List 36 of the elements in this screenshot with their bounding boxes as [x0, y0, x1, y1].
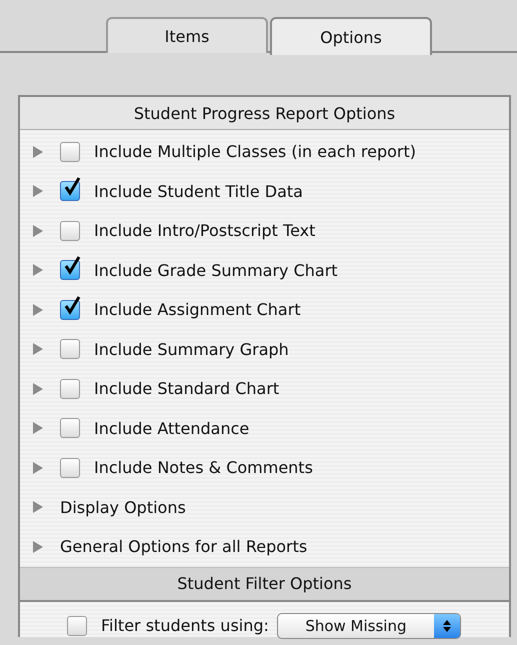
- disclosure-triangle-icon[interactable]: [32, 224, 44, 238]
- checkbox[interactable]: [60, 458, 80, 478]
- filter-popup[interactable]: Show Missing: [276, 612, 461, 638]
- checkbox[interactable]: [60, 418, 80, 438]
- filter-label: Filter students using:: [101, 616, 269, 635]
- disclosure-triangle-icon[interactable]: [32, 382, 44, 396]
- option-label: Include Standard Chart: [94, 379, 280, 398]
- disclosure-triangle-icon[interactable]: [32, 342, 44, 356]
- checkbox[interactable]: [67, 616, 87, 636]
- group-label[interactable]: Display Options: [60, 498, 186, 517]
- option-label: Include Student Title Data: [94, 182, 303, 201]
- disclosure-triangle-icon[interactable]: [32, 302, 44, 317]
- checkbox[interactable]: [60, 220, 80, 241]
- option-label: Include Intro/Postscript Text: [94, 221, 316, 240]
- disclosure-triangle-icon[interactable]: [32, 144, 44, 159]
- option-label: Include Multiple Classes (in each report): [94, 142, 416, 162]
- disclosure-triangle-icon[interactable]: [32, 263, 44, 278]
- disclosure-triangle-icon[interactable]: [32, 421, 44, 436]
- tab[interactable]: Options: [270, 17, 432, 55]
- tab[interactable]: Items: [106, 17, 268, 53]
- checkbox[interactable]: [60, 142, 80, 162]
- option-label: Include Attendance: [94, 418, 250, 438]
- disclosure-triangle-icon[interactable]: [32, 500, 44, 514]
- section-header: Student Filter Options: [20, 566, 509, 602]
- checkbox[interactable]: [60, 339, 80, 360]
- group-label[interactable]: General Options for all Reports: [60, 537, 308, 556]
- option-label: Include Grade Summary Chart: [94, 260, 338, 280]
- up-down-arrows-icon: [442, 618, 452, 634]
- disclosure-triangle-icon[interactable]: [32, 184, 44, 198]
- option-label: Include Notes & Comments: [94, 458, 313, 478]
- disclosure-triangle-icon[interactable]: [32, 540, 44, 554]
- checkbox[interactable]: [60, 378, 80, 399]
- section-header: Student Progress Report Options: [20, 97, 509, 130]
- option-label: Include Summary Graph: [94, 340, 289, 359]
- option-label: Include Assignment Chart: [94, 300, 301, 320]
- disclosure-triangle-icon[interactable]: [32, 460, 44, 475]
